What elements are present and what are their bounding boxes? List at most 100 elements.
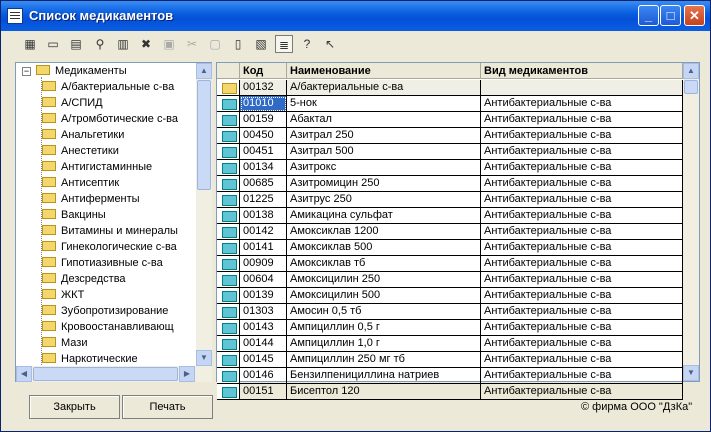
cell-type[interactable]: Антибактериальные с-ва (481, 144, 683, 160)
tree-root[interactable]: − Медикаменты (22, 65, 127, 81)
cell-name[interactable]: 5-нок (287, 96, 481, 112)
tree-item[interactable]: Витамины и минералы (42, 225, 178, 241)
cell-code[interactable]: 00909 (240, 256, 287, 272)
table-row[interactable]: 00138 Амикацина сульфат Антибактериальные … (217, 208, 683, 224)
cell-code[interactable]: 00450 (240, 128, 287, 144)
tree-item[interactable]: Зубопротизирование (42, 305, 168, 321)
cell-code[interactable]: 00138 (240, 208, 287, 224)
cell-code[interactable]: 01010 (240, 96, 287, 112)
table-row[interactable]: 01225 Азитрус 250 Антибактериальные с-ва (217, 192, 683, 208)
tree-item[interactable]: А/тромботические с-ва (42, 113, 178, 129)
cell-type[interactable]: Антибактериальные с-ва (481, 160, 683, 176)
document-icon[interactable]: ▯ (229, 35, 247, 53)
table-row[interactable]: 00142 Амоксиклав 1200 Антибактериальные с-… (217, 224, 683, 240)
table-row[interactable]: 00151 Бисептол 120 Антибактериальные с-ва (217, 384, 683, 400)
scroll-down-icon[interactable]: ▼ (196, 350, 212, 366)
context-help-icon[interactable]: ↖ (321, 35, 339, 53)
tree-item[interactable]: Антиферменты (42, 193, 140, 209)
title-bar[interactable]: Список медикаментов _ □ ✕ (1, 1, 710, 31)
table-row[interactable]: 00451 Азитрал 500 Антибактериальные с-ва (217, 144, 683, 160)
cell-type[interactable]: Антибактериальные с-ва (481, 224, 683, 240)
medications-grid[interactable]: Код Наименование Вид медикаментов 00132 А… (216, 62, 700, 400)
table-row[interactable]: 00159 Абактал Антибактериальные с-ва (217, 112, 683, 128)
cell-type[interactable]: Антибактериальные с-ва (481, 176, 683, 192)
print-icon[interactable]: ▧ (252, 35, 270, 53)
scroll-up-icon[interactable]: ▲ (683, 63, 699, 79)
table-row[interactable]: 00134 Азитрокс Антибактериальные с-ва (217, 160, 683, 176)
scroll-up-icon[interactable]: ▲ (196, 63, 212, 79)
scroll-down-icon[interactable]: ▼ (683, 365, 699, 381)
collapse-icon[interactable]: − (22, 67, 31, 76)
cell-name[interactable]: Амоксицилин 500 (287, 288, 481, 304)
cell-type[interactable]: Антибактериальные с-ва (481, 96, 683, 112)
cell-code[interactable]: 00151 (240, 384, 287, 400)
header-type[interactable]: Вид медикаментов (481, 63, 683, 79)
grid-vertical-scrollbar[interactable]: ▲ ▼ (683, 63, 699, 381)
tree-item[interactable]: Анестетики (42, 145, 119, 161)
cell-code[interactable]: 00139 (240, 288, 287, 304)
tree-item[interactable]: Гипотиазивные с-ва (42, 257, 163, 273)
cell-name[interactable]: Амосин 0,5 тб (287, 304, 481, 320)
cell-type[interactable]: Антибактериальные с-ва (481, 384, 683, 400)
table-row[interactable]: 00685 Азитромицин 250 Антибактериальные с-… (217, 176, 683, 192)
edit-record-icon[interactable]: ▤ (67, 35, 85, 53)
table-row[interactable]: 00144 Ампициллин 1,0 г Антибактериальные с… (217, 336, 683, 352)
tree-item[interactable]: Антисептик (42, 177, 119, 193)
cell-type[interactable]: Антибактериальные с-ва (481, 208, 683, 224)
cell-code[interactable]: 00159 (240, 112, 287, 128)
cell-code[interactable]: 00146 (240, 368, 287, 384)
category-tree[interactable]: − Медикаменты А/бактериальные с-ва А/СПИД А… (15, 62, 212, 382)
scroll-left-icon[interactable]: ◀ (16, 366, 32, 382)
table-row[interactable]: 00145 Ампициллин 250 мг тб Антибактериальн… (217, 352, 683, 368)
tree-item[interactable]: А/СПИД (42, 97, 103, 113)
close-button[interactable]: ✕ (684, 5, 705, 26)
table-row[interactable]: 01303 Амосин 0,5 тб Антибактериальные с-ва (217, 304, 683, 320)
cell-type[interactable]: Антибактериальные с-ва (481, 352, 683, 368)
scroll-right-icon[interactable]: ▶ (179, 366, 195, 382)
maximize-button[interactable]: □ (660, 5, 681, 26)
cut-icon[interactable]: ✂ (183, 35, 201, 53)
cell-code[interactable]: 00143 (240, 320, 287, 336)
cell-name[interactable]: Азитрал 250 (287, 128, 481, 144)
cell-code[interactable]: 00604 (240, 272, 287, 288)
cell-name[interactable]: Ампициллин 1,0 г (287, 336, 481, 352)
help-icon[interactable]: ? (298, 35, 316, 53)
cell-type[interactable] (481, 80, 683, 96)
table-row[interactable]: 00909 Амоксиклав тб Антибактериальные с-ва (217, 256, 683, 272)
tree-item[interactable]: Дезсредства (42, 273, 126, 289)
cell-type[interactable]: Антибактериальные с-ва (481, 240, 683, 256)
cell-type[interactable]: Антибактериальные с-ва (481, 336, 683, 352)
tree-item[interactable]: Наркотические (42, 353, 138, 366)
cell-name[interactable]: Азитрал 500 (287, 144, 481, 160)
cell-type[interactable]: Антибактериальные с-ва (481, 192, 683, 208)
cell-type[interactable]: Антибактериальные с-ва (481, 288, 683, 304)
hscroll-thumb[interactable] (33, 367, 178, 381)
delete-icon[interactable]: ✖ (137, 35, 155, 53)
cell-type[interactable]: Антибактериальные с-ва (481, 272, 683, 288)
tree-item[interactable]: Вакцины (42, 209, 106, 225)
table-row[interactable]: 01010 5-нок Антибактериальные с-ва (217, 96, 683, 112)
tree-item[interactable]: Мази (42, 337, 87, 353)
cell-type[interactable]: Антибактериальные с-ва (481, 320, 683, 336)
header-name[interactable]: Наименование (287, 63, 481, 79)
table-row[interactable]: 00141 Амоксиклав 500 Антибактериальные с-в… (217, 240, 683, 256)
cell-name[interactable]: Ампициллин 250 мг тб (287, 352, 481, 368)
table-row[interactable]: 00132 А/бактериальные с-ва (217, 80, 683, 96)
cell-code[interactable]: 00132 (240, 80, 287, 96)
cell-name[interactable]: Амоксиклав тб (287, 256, 481, 272)
cell-name[interactable]: Амоксиклав 500 (287, 240, 481, 256)
table-row[interactable]: 00139 Амоксицилин 500 Антибактериальные с-… (217, 288, 683, 304)
minimize-button[interactable]: _ (638, 5, 659, 26)
cell-type[interactable]: Антибактериальные с-ва (481, 304, 683, 320)
scroll-thumb[interactable] (684, 80, 698, 94)
scroll-thumb[interactable] (197, 80, 211, 190)
paste-icon[interactable]: ▢ (206, 35, 224, 53)
tree-horizontal-scrollbar[interactable]: ◀ ▶ (16, 366, 212, 382)
cell-name[interactable]: Абактал (287, 112, 481, 128)
cell-name[interactable]: Амоксицилин 250 (287, 272, 481, 288)
print-button[interactable]: Печать (122, 395, 213, 419)
cell-name[interactable]: Азитрокс (287, 160, 481, 176)
cell-code[interactable]: 00141 (240, 240, 287, 256)
copy-record-icon[interactable]: ▥ (114, 35, 132, 53)
tree-item[interactable]: ЖКТ (42, 289, 84, 305)
